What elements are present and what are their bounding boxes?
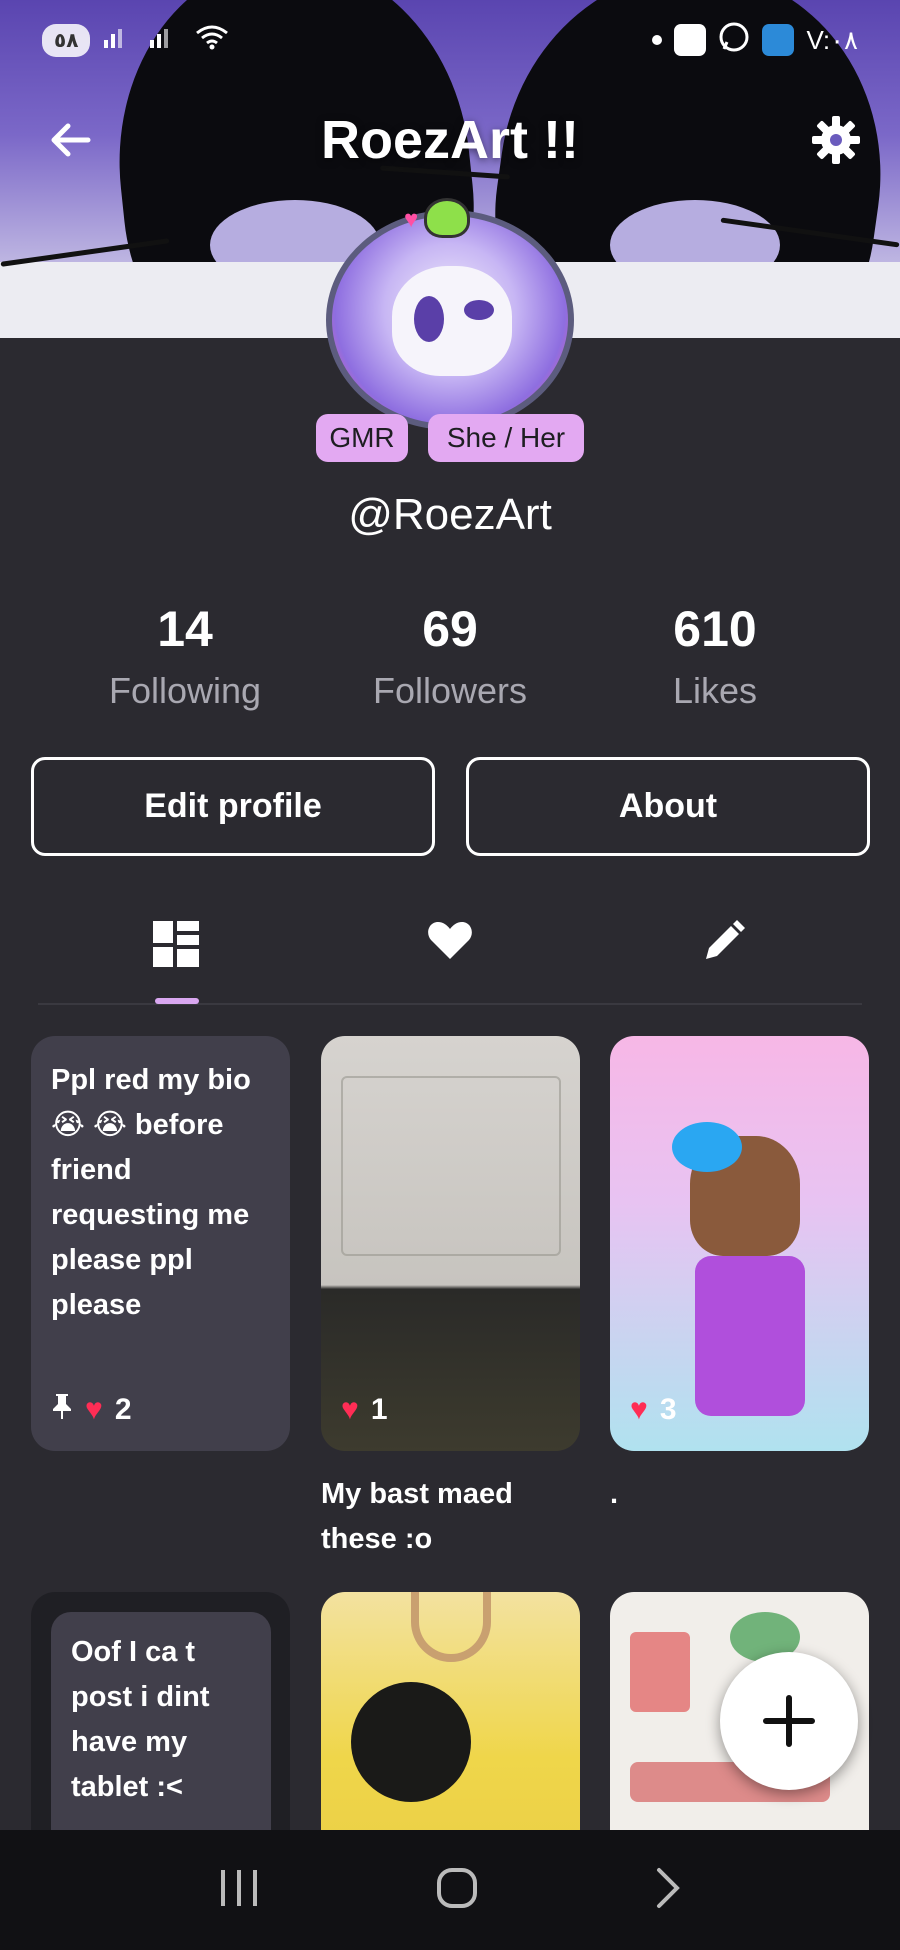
active-tab-indicator	[155, 998, 199, 1004]
like-count: 1	[370, 1393, 388, 1426]
heart-icon: ♥	[85, 1392, 103, 1426]
avatar[interactable]	[326, 210, 574, 430]
stat-value: 610	[673, 601, 757, 657]
create-post-button[interactable]	[720, 1652, 858, 1790]
notification-dot-icon	[652, 35, 663, 45]
chevron-right-icon	[657, 1867, 680, 1908]
top-app-bar: RoezArt !!	[0, 100, 900, 180]
settings-button[interactable]	[808, 112, 864, 168]
edit-profile-button[interactable]: Edit profile	[31, 757, 435, 856]
back-nav-button[interactable]	[653, 1866, 683, 1915]
sketch-image	[341, 1076, 561, 1256]
status-bar: ٥٨ V:٠٨	[0, 0, 900, 80]
post-card[interactable]: Oof I ca t post i dint have my tablet :<	[31, 1592, 290, 1832]
stat-following[interactable]: 14 Following	[60, 600, 310, 712]
stat-label: Followers	[372, 670, 528, 711]
post-card[interactable]: ♥ 3	[610, 1036, 869, 1451]
post-card[interactable]	[321, 1592, 580, 1832]
wifi-icon	[194, 23, 230, 57]
grid-icon	[153, 921, 199, 967]
whatsapp-icon	[718, 21, 750, 60]
about-button[interactable]: About	[466, 757, 870, 856]
post-text: Ppl red my bio 😭 😭 before friend request…	[51, 1064, 251, 1321]
pencil-icon	[706, 920, 745, 959]
stat-label: Likes	[672, 670, 758, 711]
profile-tabs	[38, 905, 862, 1005]
back-button[interactable]	[44, 114, 96, 166]
frog-sticker-icon	[424, 198, 470, 238]
drawing-image	[630, 1632, 690, 1712]
tab-liked[interactable]	[415, 905, 485, 1005]
page-title: RoezArt !!	[321, 110, 579, 170]
like-count: 2	[114, 1392, 132, 1426]
signal-icon	[148, 24, 182, 56]
username-handle: @RoezArt	[348, 490, 552, 539]
stat-value: 14	[157, 601, 213, 657]
heart-sticker-icon: ♥	[404, 206, 419, 233]
gear-icon	[812, 116, 860, 164]
tab-posts[interactable]	[141, 905, 211, 1005]
heart-icon: ♥	[341, 1393, 359, 1426]
back-arrow-icon	[51, 123, 91, 157]
post-card[interactable]: Ppl red my bio 😭 😭 before friend request…	[31, 1036, 290, 1451]
like-count: 3	[659, 1393, 677, 1426]
signal-icon	[102, 24, 136, 56]
stat-followers[interactable]: 69 Followers	[325, 600, 575, 712]
pin-icon	[51, 1392, 73, 1427]
data-usage-pill: ٥٨	[42, 23, 91, 57]
heart-icon: ♥	[630, 1393, 648, 1426]
post-caption: .	[610, 1478, 619, 1510]
home-button[interactable]	[435, 1866, 479, 1915]
post-caption: My bast maed these :o	[321, 1478, 513, 1555]
recent-apps-button[interactable]	[217, 1868, 261, 1913]
drawing-image	[351, 1682, 471, 1802]
home-icon	[437, 1867, 477, 1908]
plus-icon	[763, 1695, 815, 1747]
app-notification-icon	[674, 24, 707, 56]
tab-drafts[interactable]	[688, 905, 758, 1005]
stat-label: Following	[108, 670, 262, 711]
system-nav-bar	[0, 1830, 900, 1950]
recent-apps-icon	[221, 1869, 257, 1906]
pronouns-badge: She / Her	[428, 414, 584, 462]
store-app-icon	[762, 24, 795, 56]
stat-likes[interactable]: 610 Likes	[590, 600, 840, 712]
profile-badge-gmr: GMR	[316, 414, 408, 462]
profile-stats: 14 Following 69 Followers 610 Likes	[60, 600, 840, 712]
heart-icon	[428, 922, 472, 959]
post-card[interactable]: ♥ 1	[321, 1036, 580, 1451]
stat-value: 69	[422, 601, 478, 657]
clock: V:٠٨	[806, 24, 858, 55]
post-text: Oof I ca t post i dint have my tablet :<	[71, 1636, 210, 1803]
